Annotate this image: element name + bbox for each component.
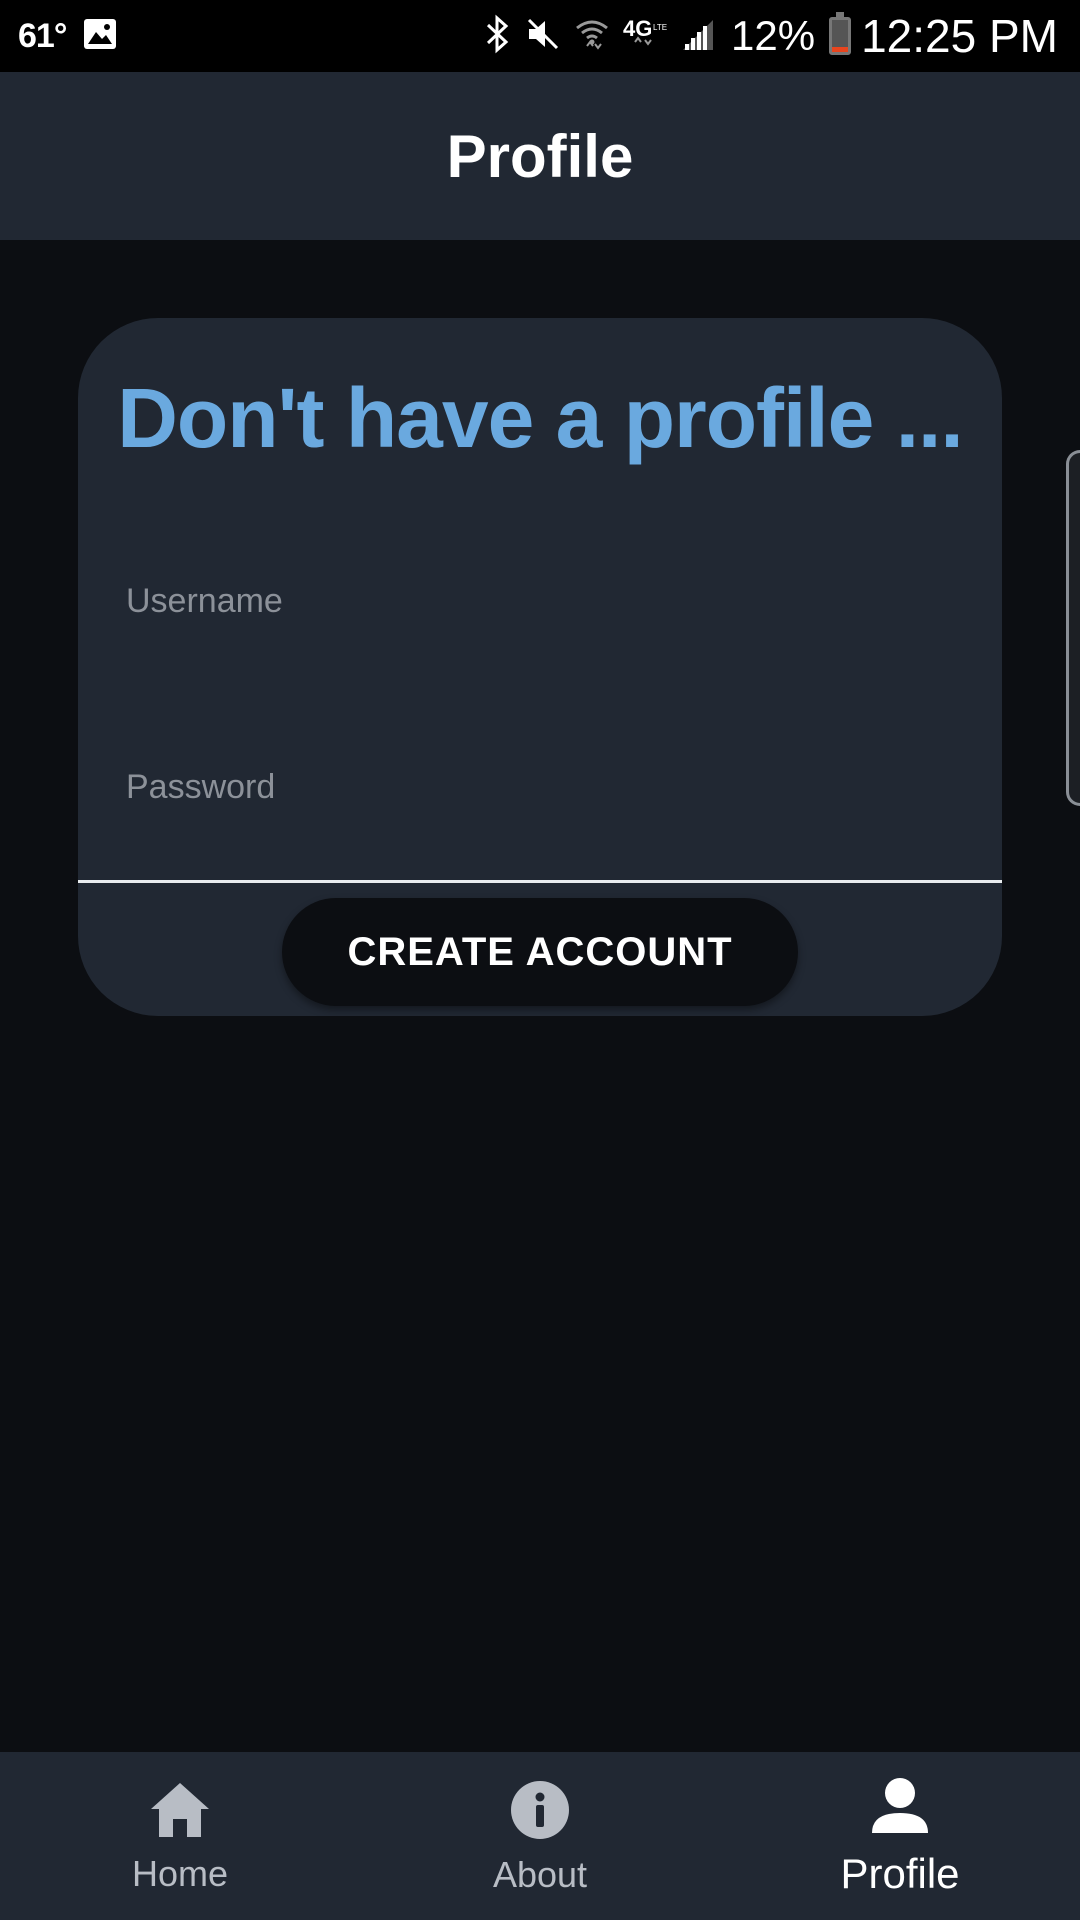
password-input[interactable] xyxy=(126,732,954,842)
page-title: Profile xyxy=(446,122,634,190)
nav-label-profile: Profile xyxy=(840,1850,960,1897)
nav-item-home[interactable]: Home xyxy=(0,1752,360,1920)
home-icon xyxy=(149,1781,211,1856)
person-icon xyxy=(870,1777,930,1853)
username-input[interactable] xyxy=(126,546,954,656)
status-bar-right: 4G LTE 12% 12:25 PM xyxy=(471,9,1058,63)
info-icon xyxy=(510,1780,570,1857)
nav-label-about: About xyxy=(492,1853,588,1895)
signup-card: Don't have a profile ... CREATE ACCOUNT xyxy=(78,318,1002,1016)
bottom-nav: Home About Profile xyxy=(0,1752,1080,1920)
clock-text: 12:25 PM xyxy=(861,10,1058,62)
card-divider xyxy=(78,880,1002,883)
temperature-text: 61° xyxy=(18,16,67,55)
status-bar: 61° 4G LTE 12% 12:25 PM xyxy=(0,0,1080,72)
nav-item-about[interactable]: About xyxy=(360,1752,720,1920)
svg-text:LTE: LTE xyxy=(653,23,667,32)
bluetooth-icon xyxy=(485,14,511,59)
card-title: Don't have a profile ... xyxy=(117,371,963,465)
image-notification-icon xyxy=(82,17,118,56)
create-account-button[interactable]: CREATE ACCOUNT xyxy=(282,898,798,1006)
battery-percent-text: 12% xyxy=(731,12,816,59)
edge-panel-handle[interactable] xyxy=(1066,450,1080,806)
signal-icon xyxy=(681,16,715,57)
status-bar-left: 61° xyxy=(18,17,118,56)
wifi-icon xyxy=(575,16,609,57)
nav-label-home: Home xyxy=(131,1852,229,1894)
screen: 61° 4G LTE 12% 12:25 PM Profile Don't ha… xyxy=(0,0,1080,1920)
battery-icon xyxy=(829,12,852,55)
lte-icon: 4G LTE xyxy=(623,14,667,59)
mute-icon xyxy=(525,16,561,57)
nav-item-profile[interactable]: Profile xyxy=(720,1752,1080,1920)
app-header: Profile xyxy=(0,72,1080,240)
